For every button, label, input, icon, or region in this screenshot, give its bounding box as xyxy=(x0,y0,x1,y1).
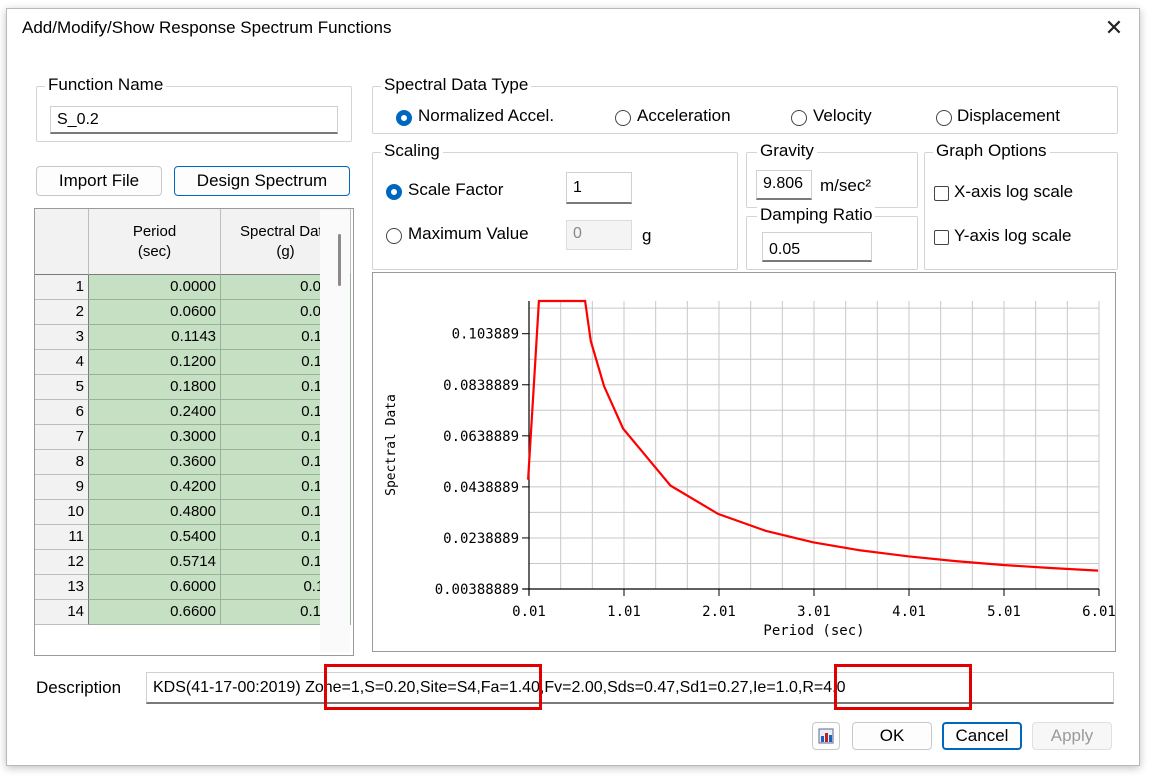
radio-normalized-accel[interactable] xyxy=(396,110,412,126)
function-name-label: Function Name xyxy=(45,75,167,95)
gravity-label: Gravity xyxy=(757,141,817,161)
chart-y-tick-label: 0.0838889 xyxy=(443,378,519,394)
label-velocity[interactable]: Velocity xyxy=(813,106,872,126)
table-cell-period[interactable]: 0.2400 xyxy=(89,400,221,425)
radio-displacement[interactable] xyxy=(936,110,952,126)
y-log-label[interactable]: Y-axis log scale xyxy=(954,226,1072,246)
damping-input[interactable]: 0.05 xyxy=(762,232,872,262)
table-row-number: 13 xyxy=(35,575,89,600)
table-row-number: 7 xyxy=(35,425,89,450)
table-row-number: 8 xyxy=(35,450,89,475)
highlight-ie-r xyxy=(834,664,972,710)
table-row-number: 3 xyxy=(35,325,89,350)
radio-velocity[interactable] xyxy=(791,110,807,126)
radio-maximum-value[interactable] xyxy=(386,228,402,244)
label-acceleration[interactable]: Acceleration xyxy=(637,106,731,126)
table-cell-period[interactable]: 0.6600 xyxy=(89,600,221,625)
spectrum-chart-svg: 0.01 1.01 2.01 3.01 4.01 5.01 6.01 0.00388889 0.… xyxy=(384,299,1116,639)
gravity-unit: m/sec² xyxy=(820,176,871,195)
table-cell-period[interactable]: 0.4800 xyxy=(89,500,221,525)
label-scale-factor[interactable]: Scale Factor xyxy=(408,180,503,200)
table-cell-period[interactable]: 0.4200 xyxy=(89,475,221,500)
x-log-checkbox[interactable] xyxy=(934,186,949,201)
chart-y-tick-label: 0.0238889 xyxy=(443,531,519,547)
scaling-label: Scaling xyxy=(381,141,443,161)
table-row-number: 5 xyxy=(35,375,89,400)
table-cell-period[interactable]: 0.1143 xyxy=(89,325,221,350)
table-row-number: 9 xyxy=(35,475,89,500)
table-row-number: 6 xyxy=(35,400,89,425)
spectral-data-type-label: Spectral Data Type xyxy=(381,75,532,95)
design-spectrum-button[interactable]: Design Spectrum xyxy=(174,166,350,196)
chart-icon-button[interactable] xyxy=(812,722,840,750)
graph-options-group: Graph Options xyxy=(924,141,1118,270)
import-file-button[interactable]: Import File xyxy=(36,166,162,196)
table-cell-period[interactable]: 0.3600 xyxy=(89,450,221,475)
chart-x-tick-label: 0.01 xyxy=(512,604,546,620)
apply-button[interactable]: Apply xyxy=(1032,722,1112,750)
y-log-checkbox[interactable] xyxy=(934,230,949,245)
highlight-zone-site xyxy=(324,664,542,710)
chart-x-axis-label: Period (sec) xyxy=(763,623,864,639)
table-row-number: 1 xyxy=(35,275,89,300)
table-cell-period[interactable]: 0.0000 xyxy=(89,275,221,300)
table-scrollbar[interactable] xyxy=(320,210,350,652)
cancel-button[interactable]: Cancel xyxy=(942,722,1022,750)
table-cell-period[interactable]: 0.1200 xyxy=(89,350,221,375)
scale-factor-input[interactable]: 1 xyxy=(566,172,632,204)
x-log-label[interactable]: X-axis log scale xyxy=(954,182,1073,202)
table-row-number: 2 xyxy=(35,300,89,325)
damping-label: Damping Ratio xyxy=(757,205,876,225)
table-row-number: 4 xyxy=(35,350,89,375)
spectrum-chart: 0.01 1.01 2.01 3.01 4.01 5.01 6.01 0.00388889 0.… xyxy=(372,272,1116,652)
function-name-input[interactable]: S_0.2 xyxy=(50,106,338,134)
graph-options-label: Graph Options xyxy=(933,141,1050,161)
table-cell-period[interactable]: 0.6000 xyxy=(89,575,221,600)
chart-y-axis-label: Spectral Data xyxy=(384,394,399,496)
table-row-number: 11 xyxy=(35,525,89,550)
col-header-period-l1: Period xyxy=(132,222,177,240)
dialog-title: Add/Modify/Show Response Spectrum Functi… xyxy=(22,18,392,37)
chart-y-tick-label: 0.00388889 xyxy=(435,582,519,598)
table-corner xyxy=(35,209,89,275)
chart-x-tick-label: 4.01 xyxy=(892,604,926,620)
col-header-spectral-l1: Spectral Data xyxy=(240,222,331,240)
spectrum-table[interactable]: Period (sec) Spectral Data (g) 10.00000.… xyxy=(34,208,354,656)
maximum-value-unit: g xyxy=(642,226,652,245)
table-cell-period[interactable]: 0.0600 xyxy=(89,300,221,325)
scrollbar-thumb[interactable] xyxy=(338,234,341,286)
table-row-number: 10 xyxy=(35,500,89,525)
table-cell-period[interactable]: 0.5714 xyxy=(89,550,221,575)
label-displacement[interactable]: Displacement xyxy=(957,106,1060,126)
radio-acceleration[interactable] xyxy=(615,110,631,126)
table-cell-period[interactable]: 0.1800 xyxy=(89,375,221,400)
chart-x-tick-label: 5.01 xyxy=(987,604,1021,620)
table-cell-period[interactable]: 0.5400 xyxy=(89,525,221,550)
description-label: Description xyxy=(36,678,122,697)
table-cell-period[interactable]: 0.3000 xyxy=(89,425,221,450)
table-row-number: 14 xyxy=(35,600,89,625)
col-header-period-l2: (sec) xyxy=(137,242,172,260)
radio-scale-factor[interactable] xyxy=(386,184,402,200)
gravity-input[interactable]: 9.806 xyxy=(756,170,812,200)
col-header-period[interactable]: Period (sec) xyxy=(89,209,221,275)
chart-x-tick-label: 2.01 xyxy=(702,604,736,620)
chart-y-tick-label: 0.0638889 xyxy=(443,429,519,445)
chart-y-tick-label: 0.0438889 xyxy=(443,480,519,496)
close-icon[interactable]: ✕ xyxy=(1100,14,1128,42)
maximum-value-input[interactable]: 0 xyxy=(566,220,632,250)
chart-x-tick-label: 6.01 xyxy=(1082,604,1115,620)
chart-x-tick-label: 3.01 xyxy=(797,604,831,620)
label-normalized-accel[interactable]: Normalized Accel. xyxy=(418,106,554,126)
ok-button[interactable]: OK xyxy=(852,722,932,750)
label-maximum-value[interactable]: Maximum Value xyxy=(408,224,529,244)
chart-icon xyxy=(818,728,834,744)
col-header-spectral-l2: (g) xyxy=(276,242,295,260)
table-row-number: 12 xyxy=(35,550,89,575)
chart-y-tick-label: 0.103889 xyxy=(452,327,519,343)
scaling-group: Scaling xyxy=(372,141,738,270)
chart-x-tick-label: 1.01 xyxy=(607,604,641,620)
